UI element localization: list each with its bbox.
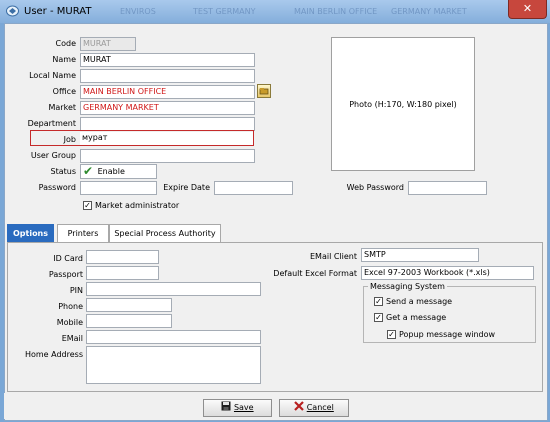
get-message-checkbox[interactable]: ✓ xyxy=(374,313,383,322)
save-icon xyxy=(221,401,231,411)
tab-special-process-authority[interactable]: Special Process Authority xyxy=(109,224,221,243)
home-address-field[interactable] xyxy=(86,346,261,384)
pin-label: PIN xyxy=(69,286,83,295)
email-client-field[interactable]: SMTP xyxy=(361,248,479,262)
user-group-label: User Group xyxy=(30,151,76,160)
code-label: Code xyxy=(55,39,76,48)
department-label: Department xyxy=(27,119,76,128)
department-field[interactable] xyxy=(80,117,255,131)
market-admin-checkbox[interactable]: ✓ xyxy=(83,201,92,210)
office-field[interactable]: MAIN BERLIN OFFICE xyxy=(80,85,255,99)
mobile-field[interactable] xyxy=(86,314,172,328)
passport-label: Passport xyxy=(48,270,83,279)
web-password-field[interactable] xyxy=(408,181,487,195)
photo-caption: Photo (H:170, W:180 pixel) xyxy=(349,100,457,109)
id-card-field[interactable] xyxy=(86,250,159,264)
status-label: Status xyxy=(50,167,77,176)
popup-window-checkbox[interactable]: ✓ xyxy=(387,330,396,339)
cancel-label: Cancel xyxy=(306,403,334,412)
folder-icon xyxy=(259,88,269,95)
office-lookup-button[interactable] xyxy=(257,84,271,98)
window-title: User - MURAT xyxy=(24,6,92,17)
background-tab-4: GERMANY MARKET xyxy=(391,7,467,16)
excel-format-label: Default Excel Format xyxy=(273,269,357,278)
name-field[interactable]: MURAT xyxy=(80,53,255,67)
button-bar xyxy=(4,393,546,419)
phone-label: Phone xyxy=(58,302,83,311)
background-tab-2: TEST GERMANY xyxy=(193,7,256,16)
excel-format-select[interactable]: Excel 97-2003 Workbook (*.xls) xyxy=(361,266,534,280)
local-name-label: Local Name xyxy=(29,71,76,80)
password-label: Password xyxy=(38,183,76,192)
office-label: Office xyxy=(52,87,76,96)
local-name-field[interactable] xyxy=(80,69,255,83)
close-icon: ✕ xyxy=(522,2,533,15)
tab-printers[interactable]: Printers xyxy=(57,224,109,243)
id-card-label: ID Card xyxy=(53,254,83,263)
send-message-label: Send a message xyxy=(386,297,453,306)
web-password-label: Web Password xyxy=(346,183,404,192)
market-label: Market xyxy=(48,103,77,112)
popup-window-label: Popup message window xyxy=(399,330,496,339)
market-field[interactable]: GERMANY MARKET xyxy=(80,101,255,115)
user-group-field[interactable] xyxy=(80,149,255,163)
tab-options[interactable]: Options xyxy=(7,224,54,243)
check-icon: ✔ xyxy=(83,164,94,178)
status-button[interactable]: ✔ Enable xyxy=(80,164,157,179)
mobile-label: Mobile xyxy=(56,318,83,327)
job-label: Job xyxy=(63,135,76,144)
messaging-title: Messaging System xyxy=(368,282,447,291)
password-field[interactable] xyxy=(80,181,157,195)
email-label: EMail xyxy=(61,334,83,343)
save-label: Save xyxy=(233,403,254,412)
expire-date-label: Expire Date xyxy=(163,183,210,192)
email-client-label: EMail Client xyxy=(309,252,357,261)
background-tab-3: MAIN BERLIN OFFICE xyxy=(294,7,378,16)
save-button[interactable]: Save xyxy=(203,399,272,417)
cancel-icon xyxy=(294,401,304,411)
name-label: Name xyxy=(52,55,76,64)
photo-placeholder[interactable]: Photo (H:170, W:180 pixel) xyxy=(331,37,475,171)
expire-date-field[interactable] xyxy=(214,181,293,195)
tab-bar: Options Printers Special Process Authori… xyxy=(7,224,543,243)
code-field: MURAT xyxy=(80,37,136,51)
passport-field[interactable] xyxy=(86,266,159,280)
job-field[interactable]: мурат xyxy=(80,132,253,145)
market-admin-label: Market administrator xyxy=(95,201,180,210)
email-field[interactable] xyxy=(86,330,261,344)
title-bar[interactable]: User - MURAT ENVIROS TEST GERMANY MAIN B… xyxy=(0,0,550,23)
get-message-label: Get a message xyxy=(386,313,447,322)
home-address-label: Home Address xyxy=(24,350,83,359)
app-icon xyxy=(6,5,19,17)
pin-field[interactable] xyxy=(86,282,261,296)
background-tab-1: ENVIROS xyxy=(120,7,156,16)
status-value: Enable xyxy=(97,167,125,176)
phone-field[interactable] xyxy=(86,298,172,312)
close-button[interactable]: ✕ xyxy=(508,0,547,19)
send-message-checkbox[interactable]: ✓ xyxy=(374,297,383,306)
cancel-button[interactable]: Cancel xyxy=(279,399,349,417)
